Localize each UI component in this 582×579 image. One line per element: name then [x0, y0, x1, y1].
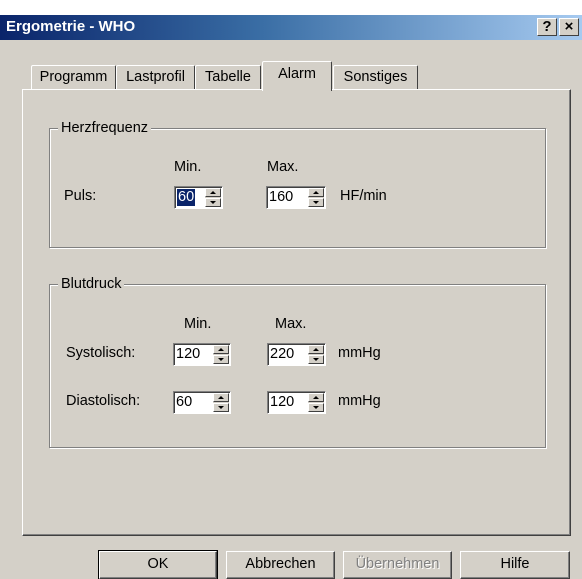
dialog-window: Ergometrie - WHO ? × Programm Lastprofil… [0, 15, 582, 579]
group-blutdruck-legend: Blutdruck [58, 276, 125, 292]
systolisch-min-value[interactable]: 120 [176, 346, 200, 363]
diastolisch-max-arrows[interactable] [308, 393, 324, 412]
herzfrequenz-max-header: Max. [267, 159, 299, 175]
herzfrequenz-min-header: Min. [174, 159, 202, 175]
diastolisch-unit: mmHg [338, 393, 381, 409]
puls-max-arrows[interactable] [308, 188, 324, 207]
tab-alarm[interactable]: Alarm [262, 61, 332, 91]
tab-sonstiges[interactable]: Sonstiges [333, 65, 418, 89]
diastolisch-min-value[interactable]: 60 [176, 394, 192, 411]
help-icon[interactable]: ? [537, 18, 557, 36]
arrow-down-icon [313, 201, 319, 204]
arrow-up-icon [218, 396, 224, 399]
arrow-down-icon [313, 358, 319, 361]
diastolisch-max-up-button[interactable] [308, 393, 324, 402]
arrow-up-icon [218, 348, 224, 351]
cancel-button[interactable]: Abbrechen [226, 551, 335, 579]
arrow-up-icon [313, 348, 319, 351]
tab-programm[interactable]: Programm [31, 65, 116, 89]
puls-min-value[interactable]: 60 [177, 189, 196, 206]
diastolisch-min-spinner[interactable]: 60 [173, 391, 231, 414]
systolisch-max-down-button[interactable] [308, 355, 324, 364]
puls-min-arrows[interactable] [205, 188, 221, 207]
puls-max-down-button[interactable] [308, 198, 324, 207]
ok-button[interactable]: OK [98, 550, 218, 579]
arrow-down-icon [313, 406, 319, 409]
puls-label: Puls: [64, 188, 97, 204]
help-button[interactable]: Hilfe [460, 551, 570, 579]
systolisch-unit: mmHg [338, 345, 381, 361]
blutdruck-min-header: Min. [184, 316, 212, 332]
systolisch-min-spinner[interactable]: 120 [173, 343, 231, 366]
diastolisch-min-up-button[interactable] [213, 393, 229, 402]
systolisch-label: Systolisch: [66, 345, 136, 361]
arrow-down-icon [218, 406, 224, 409]
arrow-up-icon [313, 191, 319, 194]
tab-panel-alarm: Herzfrequenz Min. Max. Puls: 60 160 HF/m… [22, 89, 571, 536]
group-herzfrequenz: Herzfrequenz Min. Max. Puls: 60 160 HF/m… [49, 120, 546, 248]
systolisch-max-up-button[interactable] [308, 345, 324, 354]
arrow-up-icon [313, 396, 319, 399]
arrow-up-icon [210, 191, 216, 194]
arrow-down-icon [218, 358, 224, 361]
group-herzfrequenz-legend: Herzfrequenz [58, 120, 152, 136]
blutdruck-max-header: Max. [275, 316, 307, 332]
puls-unit: HF/min [340, 188, 387, 204]
systolisch-min-up-button[interactable] [213, 345, 229, 354]
systolisch-min-down-button[interactable] [213, 355, 229, 364]
diastolisch-max-spinner[interactable]: 120 [267, 391, 326, 414]
systolisch-max-spinner[interactable]: 220 [267, 343, 326, 366]
diastolisch-max-down-button[interactable] [308, 403, 324, 412]
puls-max-up-button[interactable] [308, 188, 324, 197]
apply-button[interactable]: Übernehmen [343, 551, 452, 579]
puls-max-spinner[interactable]: 160 [266, 186, 326, 209]
systolisch-min-arrows[interactable] [213, 345, 229, 364]
diastolisch-max-value[interactable]: 120 [270, 394, 294, 411]
systolisch-max-arrows[interactable] [308, 345, 324, 364]
puls-min-up-button[interactable] [205, 188, 221, 197]
window-title: Ergometrie - WHO [6, 18, 136, 35]
puls-min-down-button[interactable] [205, 198, 221, 207]
close-icon[interactable]: × [559, 18, 579, 36]
puls-max-value[interactable]: 160 [269, 189, 293, 206]
tab-tabelle[interactable]: Tabelle [195, 65, 261, 89]
diastolisch-label: Diastolisch: [66, 393, 141, 409]
group-blutdruck: Blutdruck Min. Max. Systolisch: 120 220 … [49, 276, 546, 448]
arrow-down-icon [210, 201, 216, 204]
puls-min-spinner[interactable]: 60 [174, 186, 223, 209]
diastolisch-min-arrows[interactable] [213, 393, 229, 412]
title-bar[interactable]: Ergometrie - WHO ? × [0, 15, 582, 40]
systolisch-max-value[interactable]: 220 [270, 346, 294, 363]
diastolisch-min-down-button[interactable] [213, 403, 229, 412]
tab-lastprofil[interactable]: Lastprofil [116, 65, 195, 89]
